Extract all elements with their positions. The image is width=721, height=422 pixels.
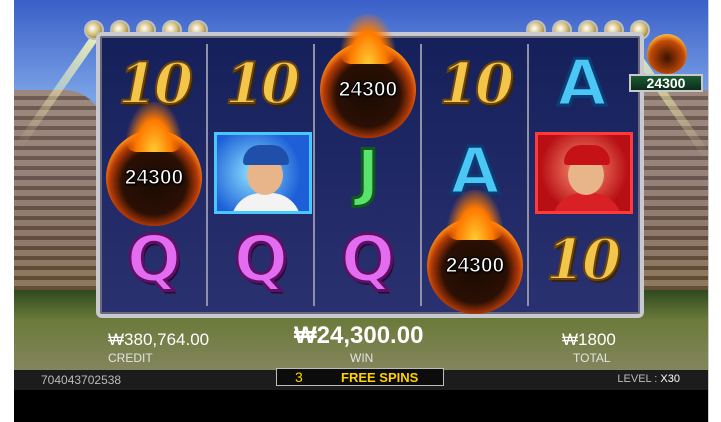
- total-bet-label: TOTAL: [573, 351, 611, 365]
- symbol-queen: Q: [232, 222, 289, 299]
- free-spins-label: FREE SPINS: [341, 369, 419, 385]
- symbol-ten: 10: [438, 50, 515, 118]
- reel-separator: [206, 44, 208, 306]
- fireball-symbol: 24300: [106, 102, 202, 226]
- free-spins-count: 3: [295, 369, 303, 385]
- game-frame: 10 Q 10 Q J Q 10 A A 10 24300 24300 2430…: [14, 0, 709, 422]
- red-batter-symbol: [535, 132, 633, 214]
- hud-panel: ₩380,764.00 CREDIT ₩24,300.00 WIN ₩1800 …: [14, 318, 708, 370]
- credit-label: CREDIT: [108, 351, 153, 365]
- fireball-symbol: 24300: [427, 190, 523, 314]
- symbol-jack: J: [355, 134, 381, 210]
- blue-pitcher-symbol: [214, 132, 312, 214]
- level-indicator: LEVEL : X30: [617, 373, 680, 385]
- win-value: ₩24,300.00: [294, 322, 424, 349]
- symbol-queen: Q: [125, 222, 182, 299]
- level-value: X30: [660, 373, 680, 385]
- fireball-icon: [647, 34, 687, 74]
- mini-fireball-indicator: 24300: [629, 30, 705, 96]
- symbol-ace: A: [556, 46, 609, 123]
- fireball-value: 24300: [445, 254, 505, 278]
- reel-separator: [313, 44, 315, 306]
- symbol-ten: 10: [224, 50, 301, 118]
- credit-value: ₩380,764.00: [108, 330, 210, 349]
- total-bet-value: ₩1800: [562, 330, 616, 349]
- symbol-queen: Q: [339, 222, 396, 299]
- round-id: 704043702538: [41, 373, 122, 387]
- mini-fireball-value: 24300: [629, 74, 703, 92]
- symbol-ten: 10: [545, 226, 622, 294]
- left-stands: [14, 90, 104, 290]
- reel-separator: [527, 44, 529, 306]
- level-label: LEVEL :: [617, 373, 658, 385]
- free-spins-counter: 3 FREE SPINS: [276, 368, 444, 386]
- win-label: WIN: [350, 351, 374, 365]
- fireball-value: 24300: [338, 78, 398, 102]
- reel-separator: [420, 44, 422, 306]
- fireball-symbol: 24300: [320, 14, 416, 138]
- status-bar: 704043702538 3 FREE SPINS LEVEL : X30: [14, 368, 708, 390]
- reel-grid: 10 Q 10 Q J Q 10 A A 10 24300 24300 2430…: [96, 14, 644, 318]
- fireball-value: 24300: [124, 166, 184, 190]
